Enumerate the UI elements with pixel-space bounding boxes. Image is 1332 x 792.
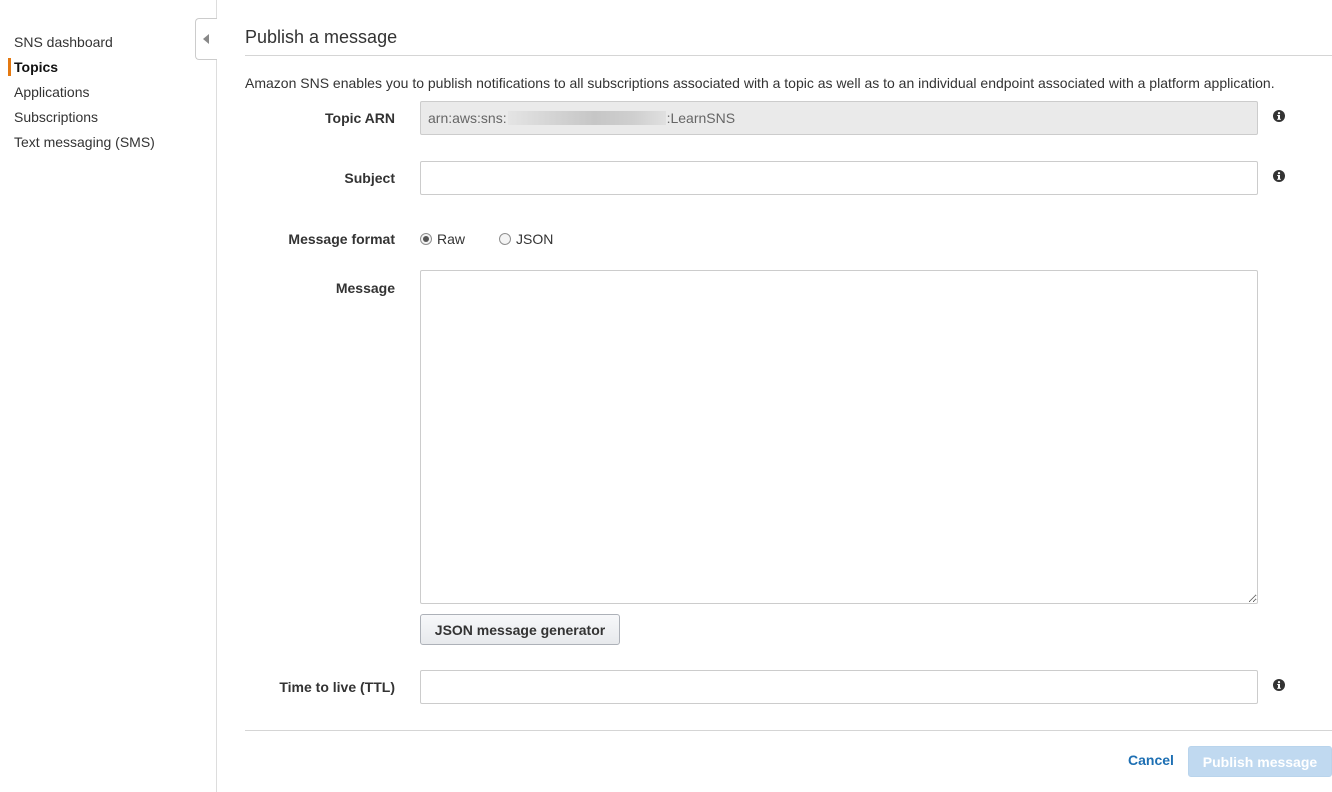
subject-label: Subject xyxy=(344,170,395,186)
topic-arn-suffix: :LearnSNS xyxy=(666,110,736,126)
sidebar-item-text-messaging[interactable]: Text messaging (SMS) xyxy=(0,130,216,155)
info-icon[interactable] xyxy=(1273,170,1285,182)
cancel-link[interactable]: Cancel xyxy=(1128,752,1174,768)
sidebar-item-topics[interactable]: Topics xyxy=(0,55,216,80)
message-format-label: Message format xyxy=(288,231,395,247)
sidebar-item-sns-dashboard[interactable]: SNS dashboard xyxy=(0,30,216,55)
info-icon[interactable] xyxy=(1273,679,1285,691)
publish-message-button[interactable]: Publish message xyxy=(1188,746,1332,777)
radio-raw[interactable]: Raw xyxy=(420,231,465,247)
title-divider xyxy=(245,55,1332,56)
message-format-radio-group: Raw JSON xyxy=(420,231,553,247)
info-icon[interactable] xyxy=(1273,110,1285,122)
ttl-label: Time to live (TTL) xyxy=(279,679,395,695)
sidebar-item-applications[interactable]: Applications xyxy=(0,80,216,105)
caret-left-icon xyxy=(203,34,209,44)
footer-divider xyxy=(245,730,1332,731)
sidebar-item-subscriptions[interactable]: Subscriptions xyxy=(0,105,216,130)
subject-input[interactable] xyxy=(420,161,1258,195)
topic-arn-field: arn:aws:sns: :LearnSNS xyxy=(420,101,1258,135)
radio-json-circle[interactable] xyxy=(499,233,512,245)
page-title: Publish a message xyxy=(245,27,398,47)
message-label: Message xyxy=(335,280,395,296)
radio-json-label: JSON xyxy=(516,231,554,247)
ttl-input[interactable] xyxy=(420,670,1258,704)
radio-raw-label: Raw xyxy=(437,231,466,247)
main-content: Publish a message Amazon SNS enables you… xyxy=(245,0,1332,792)
sidebar-collapse-button[interactable] xyxy=(195,18,217,60)
page-description: Amazon SNS enables you to publish notifi… xyxy=(245,75,1275,91)
sidebar-nav: SNS dashboard Topics Applications Subscr… xyxy=(0,30,216,155)
topic-arn-label: Topic ARN xyxy=(325,110,395,126)
json-message-generator-button[interactable]: JSON message generator xyxy=(420,614,620,645)
radio-json[interactable]: JSON xyxy=(499,231,553,247)
redacted-account-id xyxy=(507,111,666,125)
radio-raw-circle[interactable] xyxy=(420,233,432,245)
sidebar: SNS dashboard Topics Applications Subscr… xyxy=(0,0,217,792)
message-textarea[interactable] xyxy=(420,270,1258,604)
topic-arn-prefix: arn:aws:sns: xyxy=(428,110,507,126)
